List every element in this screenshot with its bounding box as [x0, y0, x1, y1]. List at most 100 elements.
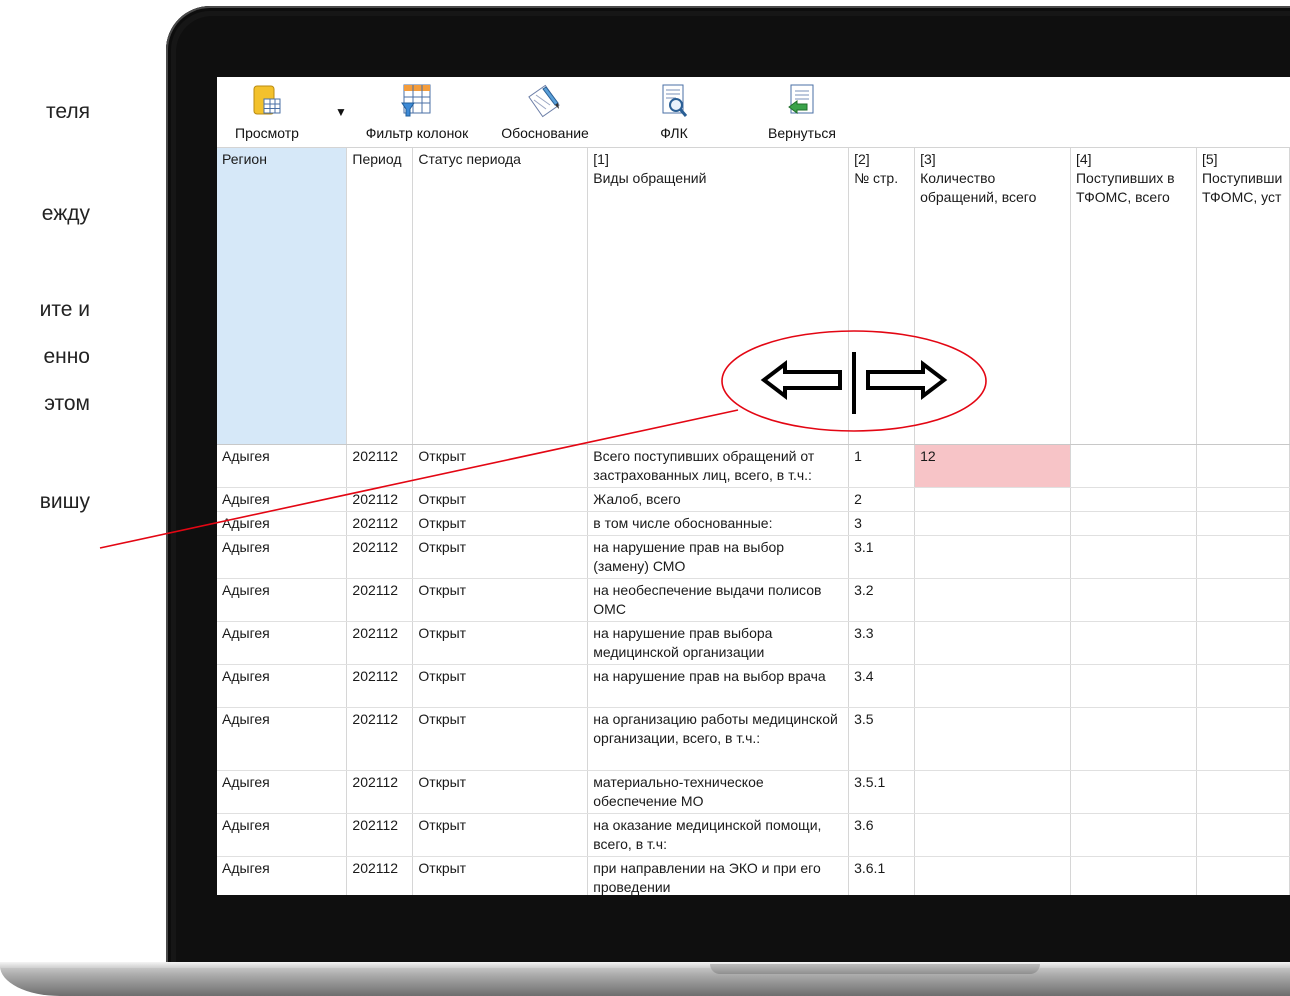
- cell-tfoms-oral[interactable]: [1196, 578, 1290, 622]
- cell-total-requests[interactable]: [914, 535, 1071, 579]
- cell-period[interactable]: 202112: [346, 856, 414, 895]
- column-header-tfoms-oral[interactable]: [5] Поступивши ТФОМС, уст: [1196, 148, 1290, 445]
- cell-total-requests[interactable]: [914, 856, 1071, 895]
- cell-region[interactable]: Адыгея: [217, 707, 348, 771]
- cell-row-number[interactable]: 2: [848, 487, 916, 512]
- cell-tfoms-oral[interactable]: [1196, 444, 1290, 488]
- cell-period[interactable]: 202112: [346, 487, 414, 512]
- table-row[interactable]: Адыгея 202112 Открыт на организацию рабо…: [217, 707, 1290, 771]
- cell-row-number[interactable]: 3.6.1: [848, 856, 916, 895]
- table-row[interactable]: Адыгея 202112 Открыт Жалоб, всего 2: [217, 487, 1290, 512]
- cell-tfoms-oral[interactable]: [1196, 856, 1290, 895]
- table-row[interactable]: Адыгея 202112 Открыт на нарушение прав н…: [217, 664, 1290, 708]
- table-row[interactable]: Адыгея 202112 Открыт в том числе обоснов…: [217, 511, 1290, 536]
- cell-region[interactable]: Адыгея: [217, 856, 348, 895]
- column-header-region[interactable]: Регион: [217, 148, 348, 445]
- cell-status[interactable]: Открыт: [412, 813, 589, 857]
- cell-total-requests[interactable]: [914, 707, 1071, 771]
- cell-total-requests[interactable]: [914, 664, 1071, 708]
- cell-tfoms-oral[interactable]: [1196, 621, 1290, 665]
- column-header-row-number[interactable]: [2] № стр.: [848, 148, 916, 445]
- cell-tfoms-total[interactable]: [1070, 511, 1197, 536]
- column-filter-button[interactable]: Фильтр колонок: [355, 83, 479, 143]
- cell-tfoms-total[interactable]: [1070, 856, 1197, 895]
- cell-period[interactable]: 202112: [346, 535, 414, 579]
- cell-total-requests[interactable]: [914, 621, 1071, 665]
- cell-status[interactable]: Открыт: [412, 707, 589, 771]
- cell-total-requests[interactable]: [914, 511, 1071, 536]
- cell-region[interactable]: Адыгея: [217, 511, 348, 536]
- cell-request-type[interactable]: на оказание медицинской помощи, всего, в…: [587, 813, 850, 857]
- table-row[interactable]: Адыгея 202112 Открыт Всего поступивших о…: [217, 444, 1290, 488]
- table-row[interactable]: Адыгея 202112 Открыт на необеспечение вы…: [217, 578, 1290, 622]
- cell-tfoms-total[interactable]: [1070, 444, 1197, 488]
- cell-region[interactable]: Адыгея: [217, 578, 348, 622]
- cell-status[interactable]: Открыт: [412, 487, 589, 512]
- cell-status[interactable]: Открыт: [412, 444, 589, 488]
- cell-period[interactable]: 202112: [346, 707, 414, 771]
- cell-total-requests[interactable]: [914, 487, 1071, 512]
- cell-tfoms-total[interactable]: [1070, 664, 1197, 708]
- cell-request-type[interactable]: материально-техническое обеспечение МО: [587, 770, 850, 814]
- cell-tfoms-total[interactable]: [1070, 707, 1197, 771]
- table-row[interactable]: Адыгея 202112 Открыт на нарушение прав в…: [217, 621, 1290, 665]
- cell-tfoms-oral[interactable]: [1196, 813, 1290, 857]
- cell-request-type[interactable]: при направлении на ЭКО и при его проведе…: [587, 856, 850, 895]
- cell-row-number[interactable]: 3: [848, 511, 916, 536]
- cell-request-type[interactable]: на нарушение прав выбора медицинской орг…: [587, 621, 850, 665]
- table-row[interactable]: Адыгея 202112 Открыт при направлении на …: [217, 856, 1290, 895]
- cell-region[interactable]: Адыгея: [217, 487, 348, 512]
- cell-tfoms-oral[interactable]: [1196, 487, 1290, 512]
- view-button[interactable]: Просмотр: [221, 83, 313, 143]
- cell-tfoms-oral[interactable]: [1196, 511, 1290, 536]
- cell-tfoms-total[interactable]: [1070, 535, 1197, 579]
- column-header-request-types[interactable]: [1] Виды обращений: [587, 148, 850, 445]
- justification-button[interactable]: Обоснование: [493, 83, 597, 143]
- cell-status[interactable]: Открыт: [412, 578, 589, 622]
- cell-status[interactable]: Открыт: [412, 535, 589, 579]
- cell-row-number[interactable]: 1: [848, 444, 916, 488]
- cell-period[interactable]: 202112: [346, 444, 414, 488]
- cell-period[interactable]: 202112: [346, 664, 414, 708]
- cell-tfoms-total[interactable]: [1070, 578, 1197, 622]
- cell-row-number[interactable]: 3.4: [848, 664, 916, 708]
- cell-region[interactable]: Адыгея: [217, 621, 348, 665]
- cell-row-number[interactable]: 3.1: [848, 535, 916, 579]
- cell-status[interactable]: Открыт: [412, 621, 589, 665]
- cell-region[interactable]: Адыгея: [217, 770, 348, 814]
- return-button[interactable]: Вернуться: [757, 83, 847, 143]
- cell-region[interactable]: Адыгея: [217, 535, 348, 579]
- column-header-total-requests[interactable]: [3] Количество обращений, всего: [914, 148, 1071, 445]
- cell-row-number[interactable]: 3.2: [848, 578, 916, 622]
- cell-period[interactable]: 202112: [346, 813, 414, 857]
- cell-period[interactable]: 202112: [346, 511, 414, 536]
- cell-row-number[interactable]: 3.3: [848, 621, 916, 665]
- cell-region[interactable]: Адыгея: [217, 813, 348, 857]
- cell-status[interactable]: Открыт: [412, 511, 589, 536]
- cell-row-number[interactable]: 3.5: [848, 707, 916, 771]
- cell-tfoms-oral[interactable]: [1196, 707, 1290, 771]
- cell-region[interactable]: Адыгея: [217, 444, 348, 488]
- cell-tfoms-total[interactable]: [1070, 770, 1197, 814]
- cell-status[interactable]: Открыт: [412, 664, 589, 708]
- cell-request-type[interactable]: Всего поступивших обращений от застрахов…: [587, 444, 850, 488]
- cell-period[interactable]: 202112: [346, 621, 414, 665]
- cell-tfoms-total[interactable]: [1070, 621, 1197, 665]
- cell-tfoms-oral[interactable]: [1196, 770, 1290, 814]
- cell-request-type[interactable]: в том числе обоснованные:: [587, 511, 850, 536]
- flk-button[interactable]: ФЛК: [637, 83, 711, 143]
- cell-status[interactable]: Открыт: [412, 770, 589, 814]
- cell-row-number[interactable]: 3.6: [848, 813, 916, 857]
- cell-region[interactable]: Адыгея: [217, 664, 348, 708]
- cell-total-requests[interactable]: [914, 813, 1071, 857]
- cell-period[interactable]: 202112: [346, 770, 414, 814]
- column-header-period[interactable]: Период: [346, 148, 414, 445]
- cell-request-type[interactable]: на организацию работы медицинской органи…: [587, 707, 850, 771]
- cell-tfoms-total[interactable]: [1070, 813, 1197, 857]
- column-header-tfoms-total[interactable]: [4] Поступивших в ТФОМС, всего: [1070, 148, 1197, 445]
- cell-total-requests[interactable]: [914, 770, 1071, 814]
- cell-request-type[interactable]: на необеспечение выдачи полисов ОМС: [587, 578, 850, 622]
- cell-total-requests[interactable]: 12: [914, 444, 1071, 488]
- cell-tfoms-total[interactable]: [1070, 487, 1197, 512]
- cell-period[interactable]: 202112: [346, 578, 414, 622]
